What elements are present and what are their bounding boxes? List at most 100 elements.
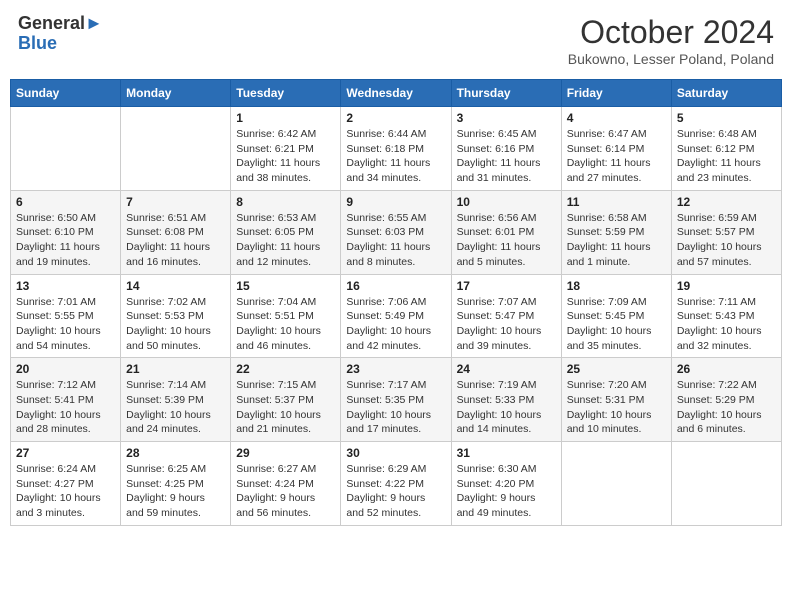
- day-info: Sunrise: 6:50 AMSunset: 6:10 PMDaylight:…: [16, 211, 115, 270]
- calendar-cell: 17 Sunrise: 7:07 AMSunset: 5:47 PMDayligh…: [451, 274, 561, 358]
- calendar-cell: 3 Sunrise: 6:45 AMSunset: 6:16 PMDaylight…: [451, 107, 561, 191]
- calendar-cell: 19 Sunrise: 7:11 AMSunset: 5:43 PMDayligh…: [671, 274, 781, 358]
- calendar-cell: 29 Sunrise: 6:27 AMSunset: 4:24 PMDayligh…: [231, 442, 341, 526]
- calendar-cell: 8 Sunrise: 6:53 AMSunset: 6:05 PMDaylight…: [231, 190, 341, 274]
- day-number: 23: [346, 362, 445, 376]
- calendar-cell: 22 Sunrise: 7:15 AMSunset: 5:37 PMDayligh…: [231, 358, 341, 442]
- day-info: Sunrise: 6:45 AMSunset: 6:16 PMDaylight:…: [457, 127, 556, 186]
- day-number: 14: [126, 279, 225, 293]
- calendar-cell: 23Sunrise: 7:17 AMSunset: 5:35 PMDayligh…: [341, 358, 451, 442]
- calendar-cell: 30 Sunrise: 6:29 AMSunset: 4:22 PMDayligh…: [341, 442, 451, 526]
- day-info: Sunrise: 7:20 AMSunset: 5:31 PMDaylight:…: [567, 378, 666, 437]
- day-number: 16: [346, 279, 445, 293]
- day-number: 13: [16, 279, 115, 293]
- day-number: 5: [677, 111, 776, 125]
- day-info: Sunrise: 6:27 AMSunset: 4:24 PMDaylight:…: [236, 462, 335, 521]
- day-number: 19: [677, 279, 776, 293]
- day-info: Sunrise: 7:22 AMSunset: 5:29 PMDaylight:…: [677, 378, 776, 437]
- calendar-cell: 4 Sunrise: 6:47 AMSunset: 6:14 PMDaylight…: [561, 107, 671, 191]
- calendar-cell: 7 Sunrise: 6:51 AMSunset: 6:08 PMDaylight…: [121, 190, 231, 274]
- calendar-cell: 28 Sunrise: 6:25 AMSunset: 4:25 PMDayligh…: [121, 442, 231, 526]
- day-number: 17: [457, 279, 556, 293]
- day-number: 21: [126, 362, 225, 376]
- calendar-week-4: 20 Sunrise: 7:12 AMSunset: 5:41 PMDayligh…: [11, 358, 782, 442]
- page-header: General► Blue October 2024 Bukowno, Less…: [10, 10, 782, 71]
- weekday-header-saturday: Saturday: [671, 80, 781, 107]
- day-number: 4: [567, 111, 666, 125]
- day-number: 2: [346, 111, 445, 125]
- calendar-cell: 16 Sunrise: 7:06 AMSunset: 5:49 PMDayligh…: [341, 274, 451, 358]
- day-info: Sunrise: 6:24 AMSunset: 4:27 PMDaylight:…: [16, 462, 115, 521]
- calendar-cell: 1Sunrise: 6:42 AMSunset: 6:21 PMDaylight…: [231, 107, 341, 191]
- logo-blue: Blue: [18, 33, 57, 53]
- day-number: 9: [346, 195, 445, 209]
- location-subtitle: Bukowno, Lesser Poland, Poland: [568, 51, 774, 67]
- day-info: Sunrise: 7:06 AMSunset: 5:49 PMDaylight:…: [346, 295, 445, 354]
- calendar-cell: 15Sunrise: 7:04 AMSunset: 5:51 PMDayligh…: [231, 274, 341, 358]
- month-title: October 2024: [568, 14, 774, 51]
- calendar-header-row: SundayMondayTuesdayWednesdayThursdayFrid…: [11, 80, 782, 107]
- day-info: Sunrise: 6:29 AMSunset: 4:22 PMDaylight:…: [346, 462, 445, 521]
- day-info: Sunrise: 7:02 AMSunset: 5:53 PMDaylight:…: [126, 295, 225, 354]
- day-number: 11: [567, 195, 666, 209]
- calendar-cell: 26 Sunrise: 7:22 AMSunset: 5:29 PMDayligh…: [671, 358, 781, 442]
- calendar-cell: 13 Sunrise: 7:01 AMSunset: 5:55 PMDayligh…: [11, 274, 121, 358]
- calendar-table: SundayMondayTuesdayWednesdayThursdayFrid…: [10, 79, 782, 526]
- weekday-header-tuesday: Tuesday: [231, 80, 341, 107]
- day-info: Sunrise: 6:58 AMSunset: 5:59 PMDaylight:…: [567, 211, 666, 270]
- calendar-cell: 21 Sunrise: 7:14 AMSunset: 5:39 PMDayligh…: [121, 358, 231, 442]
- day-info: Sunrise: 7:07 AMSunset: 5:47 PMDaylight:…: [457, 295, 556, 354]
- day-number: 7: [126, 195, 225, 209]
- calendar-cell: 5 Sunrise: 6:48 AMSunset: 6:12 PMDaylight…: [671, 107, 781, 191]
- day-number: 24: [457, 362, 556, 376]
- day-number: 30: [346, 446, 445, 460]
- day-info: Sunrise: 7:11 AMSunset: 5:43 PMDaylight:…: [677, 295, 776, 354]
- calendar-cell: 11 Sunrise: 6:58 AMSunset: 5:59 PMDayligh…: [561, 190, 671, 274]
- day-info: Sunrise: 6:25 AMSunset: 4:25 PMDaylight:…: [126, 462, 225, 521]
- day-info: Sunrise: 6:44 AMSunset: 6:18 PMDaylight:…: [346, 127, 445, 186]
- day-info: Sunrise: 6:47 AMSunset: 6:14 PMDaylight:…: [567, 127, 666, 186]
- calendar-cell: 9Sunrise: 6:55 AMSunset: 6:03 PMDaylight…: [341, 190, 451, 274]
- day-number: 12: [677, 195, 776, 209]
- calendar-cell: 27 Sunrise: 6:24 AMSunset: 4:27 PMDayligh…: [11, 442, 121, 526]
- weekday-header-sunday: Sunday: [11, 80, 121, 107]
- day-number: 10: [457, 195, 556, 209]
- calendar-cell: 2 Sunrise: 6:44 AMSunset: 6:18 PMDaylight…: [341, 107, 451, 191]
- day-number: 26: [677, 362, 776, 376]
- day-info: Sunrise: 6:30 AMSunset: 4:20 PMDaylight:…: [457, 462, 556, 521]
- calendar-cell: [561, 442, 671, 526]
- day-info: Sunrise: 7:12 AMSunset: 5:41 PMDaylight:…: [16, 378, 115, 437]
- calendar-week-2: 6 Sunrise: 6:50 AMSunset: 6:10 PMDaylight…: [11, 190, 782, 274]
- day-info: Sunrise: 7:19 AMSunset: 5:33 PMDaylight:…: [457, 378, 556, 437]
- day-number: 29: [236, 446, 335, 460]
- logo-general: General: [18, 13, 85, 33]
- day-number: 27: [16, 446, 115, 460]
- day-number: 20: [16, 362, 115, 376]
- day-info: Sunrise: 7:14 AMSunset: 5:39 PMDaylight:…: [126, 378, 225, 437]
- title-block: October 2024 Bukowno, Lesser Poland, Pol…: [568, 14, 774, 67]
- day-number: 28: [126, 446, 225, 460]
- calendar-week-1: 1Sunrise: 6:42 AMSunset: 6:21 PMDaylight…: [11, 107, 782, 191]
- calendar-cell: 6 Sunrise: 6:50 AMSunset: 6:10 PMDaylight…: [11, 190, 121, 274]
- day-number: 6: [16, 195, 115, 209]
- day-number: 3: [457, 111, 556, 125]
- calendar-cell: [11, 107, 121, 191]
- calendar-cell: 24 Sunrise: 7:19 AMSunset: 5:33 PMDayligh…: [451, 358, 561, 442]
- day-number: 8: [236, 195, 335, 209]
- calendar-week-5: 27 Sunrise: 6:24 AMSunset: 4:27 PMDayligh…: [11, 442, 782, 526]
- day-info: Sunrise: 6:53 AMSunset: 6:05 PMDaylight:…: [236, 211, 335, 270]
- day-info: Sunrise: 7:09 AMSunset: 5:45 PMDaylight:…: [567, 295, 666, 354]
- day-info: Sunrise: 6:51 AMSunset: 6:08 PMDaylight:…: [126, 211, 225, 270]
- day-info: Sunrise: 7:15 AMSunset: 5:37 PMDaylight:…: [236, 378, 335, 437]
- weekday-header-friday: Friday: [561, 80, 671, 107]
- calendar-cell: 12Sunrise: 6:59 AMSunset: 5:57 PMDayligh…: [671, 190, 781, 274]
- day-info: Sunrise: 7:01 AMSunset: 5:55 PMDaylight:…: [16, 295, 115, 354]
- calendar-cell: 14 Sunrise: 7:02 AMSunset: 5:53 PMDayligh…: [121, 274, 231, 358]
- weekday-header-monday: Monday: [121, 80, 231, 107]
- calendar-cell: [671, 442, 781, 526]
- day-number: 18: [567, 279, 666, 293]
- calendar-cell: 31Sunrise: 6:30 AMSunset: 4:20 PMDayligh…: [451, 442, 561, 526]
- day-info: Sunrise: 7:04 AMSunset: 5:51 PMDaylight:…: [236, 295, 335, 354]
- day-info: Sunrise: 6:48 AMSunset: 6:12 PMDaylight:…: [677, 127, 776, 186]
- day-number: 22: [236, 362, 335, 376]
